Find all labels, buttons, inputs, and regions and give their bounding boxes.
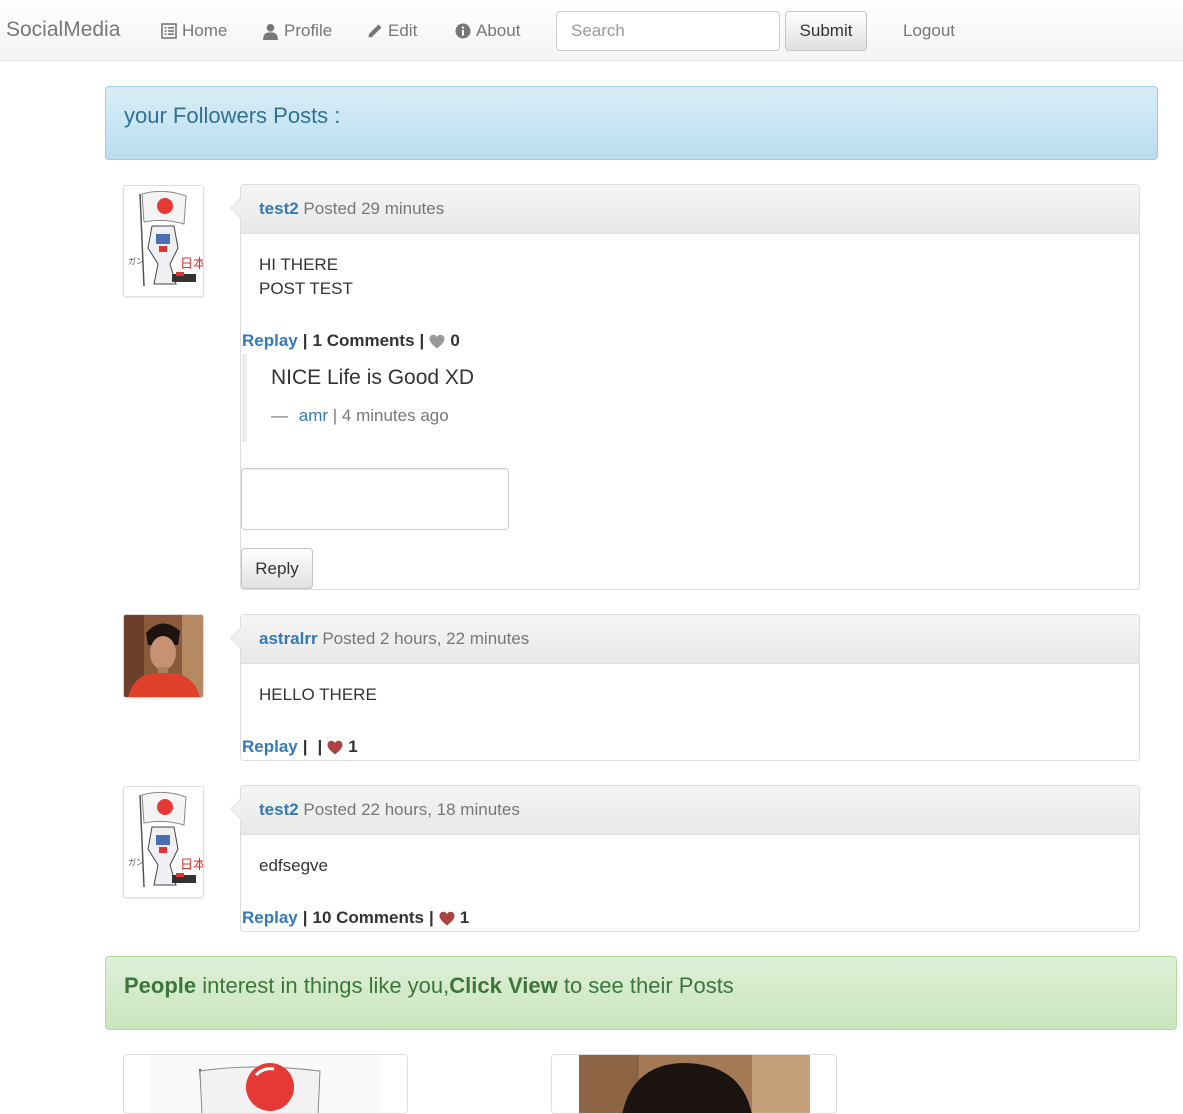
- person-thumbnail-image: [552, 1055, 836, 1113]
- post-actions: Replay | 1 Comments | 0: [242, 331, 460, 351]
- suggestions-text-end: to see their Posts: [557, 973, 734, 998]
- post-actions: Replay | | 1: [242, 737, 358, 757]
- nav-profile-label: Profile: [284, 21, 333, 40]
- heart-icon[interactable]: [439, 911, 455, 926]
- svg-text:ガン: ガン: [128, 256, 144, 266]
- avatar[interactable]: 日本 ガン: [123, 786, 204, 898]
- panel-arrow: [230, 798, 241, 820]
- pencil-icon: [368, 24, 382, 38]
- replay-link[interactable]: Replay: [242, 908, 298, 928]
- comment-author-link[interactable]: amr: [299, 406, 328, 425]
- post-author-link[interactable]: astralrr: [259, 629, 318, 648]
- nav-home-label: Home: [182, 21, 228, 40]
- replay-link[interactable]: Replay: [242, 737, 298, 757]
- followers-posts-banner: your Followers Posts :: [105, 86, 1158, 160]
- reply-button[interactable]: Reply: [241, 548, 313, 589]
- separator: |: [302, 737, 308, 756]
- reply-textarea[interactable]: [241, 468, 509, 530]
- list-icon: [161, 23, 177, 39]
- comment-blockquote: NICE Life is Good XD — amr | 4 minutes a…: [242, 354, 1132, 442]
- suggested-user-card[interactable]: [551, 1054, 837, 1114]
- separator: |: [302, 908, 308, 927]
- likes-count: 1: [348, 737, 358, 756]
- submit-button[interactable]: Submit: [785, 11, 867, 51]
- post-time: Posted 22 hours, 18 minutes: [303, 800, 520, 819]
- logout-link[interactable]: Logout: [903, 21, 955, 41]
- person-avatar-image: [124, 615, 203, 697]
- post-time: Posted 2 hours, 22 minutes: [322, 629, 530, 648]
- comment-text: NICE Life is Good XD: [271, 366, 475, 389]
- separator: |: [317, 737, 323, 756]
- nav-edit-label: Edit: [388, 21, 418, 40]
- post-text-line: edfsegve: [259, 856, 328, 875]
- comment-time: | 4 minutes ago: [332, 406, 449, 425]
- comments-count-link[interactable]: 10 Comments: [313, 908, 424, 928]
- post-body: edfsegve: [241, 835, 1139, 878]
- likes-count: 0: [450, 331, 460, 350]
- gundam-avatar-image: 日本 ガン: [124, 186, 203, 296]
- svg-text:日本: 日本: [180, 257, 203, 272]
- post-body: HELLO THERE: [241, 664, 1139, 707]
- search-input[interactable]: [556, 11, 780, 51]
- comment-dash: —: [271, 406, 288, 425]
- separator: |: [429, 908, 434, 927]
- suggestions-banner: People interest in things like you,Click…: [105, 956, 1177, 1030]
- navbar: SocialMedia Home Profile Edit About Subm…: [0, 0, 1183, 61]
- post-author-link[interactable]: test2: [259, 800, 299, 819]
- post-text-line: HELLO THERE: [259, 685, 377, 704]
- comments-count-link[interactable]: 1 Comments: [313, 331, 415, 351]
- separator: |: [419, 331, 425, 350]
- brand-logo[interactable]: SocialMedia: [6, 18, 120, 42]
- likes-count: 1: [459, 908, 470, 927]
- replay-link[interactable]: Replay: [242, 331, 298, 351]
- panel-arrow: [230, 627, 241, 649]
- nav-profile[interactable]: Profile: [262, 21, 332, 41]
- suggested-user-card[interactable]: [123, 1054, 408, 1114]
- click-view-label: Click View: [449, 973, 558, 998]
- people-label: People: [124, 973, 197, 998]
- suggestions-text: interest in things like you,: [196, 973, 450, 998]
- post-heading: test2 Posted 22 hours, 18 minutes: [241, 786, 1139, 835]
- post-body: HI THERE POST TEST: [241, 234, 1139, 301]
- avatar[interactable]: 日本 ガン: [123, 185, 204, 297]
- svg-text:ガン: ガン: [128, 857, 144, 867]
- info-icon: [455, 23, 471, 39]
- separator: |: [302, 331, 308, 350]
- nav-about[interactable]: About: [455, 21, 520, 41]
- gundam-thumbnail-image: [124, 1055, 407, 1113]
- post-heading: test2 Posted 29 minutes: [241, 185, 1139, 234]
- nav-home[interactable]: Home: [161, 21, 227, 41]
- svg-text:日本: 日本: [180, 858, 203, 873]
- post-actions: Replay | 10 Comments | 1: [242, 908, 469, 928]
- gundam-avatar-image: 日本 ガン: [124, 787, 203, 897]
- post-text-line: HI THERE: [259, 255, 339, 274]
- post-text-line: POST TEST: [259, 279, 353, 298]
- heart-icon[interactable]: [429, 334, 445, 349]
- post-time: Posted 29 minutes: [303, 199, 445, 218]
- heart-icon[interactable]: [327, 740, 343, 755]
- user-icon: [263, 23, 278, 40]
- post-panel: astralrr Posted 2 hours, 22 minutes HELL…: [230, 614, 1140, 761]
- post-author-link[interactable]: test2: [259, 199, 299, 218]
- avatar[interactable]: [123, 614, 204, 698]
- followers-posts-heading: your Followers Posts :: [124, 103, 341, 128]
- nav-edit[interactable]: Edit: [367, 21, 417, 41]
- post-heading: astralrr Posted 2 hours, 22 minutes: [241, 615, 1139, 664]
- nav-about-label: About: [476, 21, 521, 40]
- comment-meta: — amr | 4 minutes ago: [271, 406, 1132, 426]
- panel-arrow: [230, 197, 241, 219]
